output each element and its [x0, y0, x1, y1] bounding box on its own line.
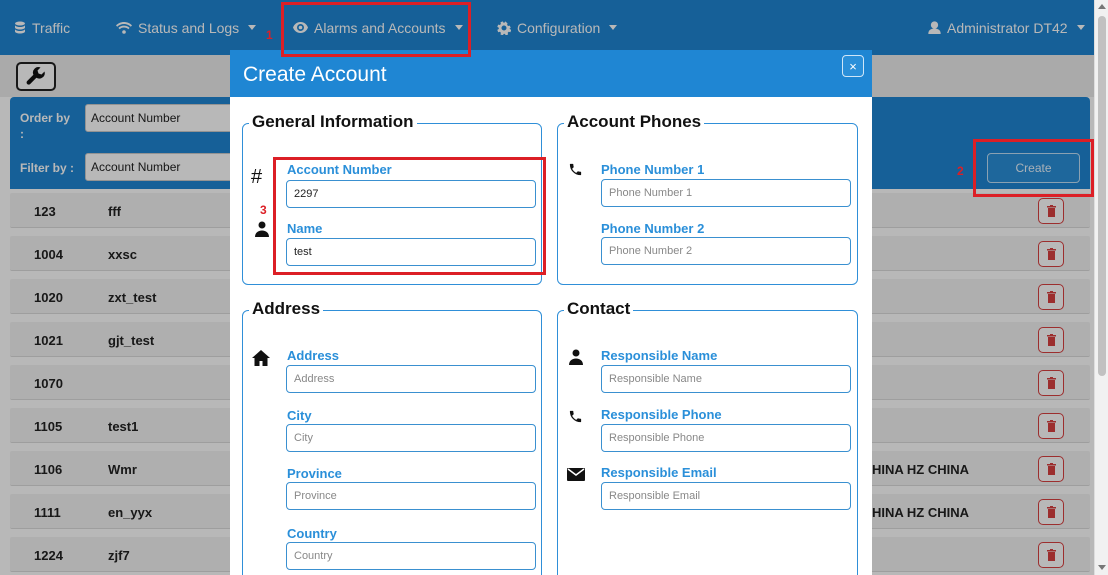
scroll-down-icon[interactable] — [1098, 565, 1106, 570]
province-input[interactable] — [286, 482, 536, 510]
responsible-phone-label: Responsible Phone — [601, 407, 722, 422]
person-icon — [255, 221, 269, 237]
annotation-box-account-fields — [273, 157, 546, 275]
close-button[interactable]: × — [842, 55, 864, 77]
person-icon — [569, 349, 583, 365]
annotation-number-1: 1 — [266, 28, 273, 42]
country-input[interactable] — [286, 542, 536, 570]
city-label: City — [287, 408, 312, 423]
phone-number-2-label: Phone Number 2 — [601, 221, 705, 236]
address-label: Address — [287, 348, 340, 363]
annotation-box-create — [973, 139, 1094, 197]
close-icon: × — [849, 58, 857, 74]
address-legend: Address — [249, 299, 324, 319]
city-input[interactable] — [286, 424, 536, 452]
annotation-number-2: 2 — [957, 164, 964, 178]
responsible-email-input[interactable] — [601, 482, 851, 510]
phone-number-2-input[interactable] — [601, 237, 851, 265]
account-phones-legend: Account Phones — [564, 112, 705, 132]
general-information-legend: General Information — [249, 112, 417, 132]
responsible-phone-input[interactable] — [601, 424, 851, 452]
hash-icon: # — [251, 166, 263, 188]
scroll-up-icon[interactable] — [1098, 4, 1106, 9]
phone-icon — [569, 410, 582, 423]
address-section: Address Address City Province Country — [242, 299, 542, 575]
modal-header: Create Account × — [230, 50, 872, 97]
province-label: Province — [287, 466, 342, 481]
scroll-thumb[interactable] — [1098, 16, 1106, 376]
phone-number-1-input[interactable] — [601, 179, 851, 207]
envelope-icon — [567, 468, 585, 481]
contact-legend: Contact — [564, 299, 634, 319]
annotation-box-alarms-accounts — [281, 2, 471, 57]
create-account-modal: Create Account × General Information # A… — [230, 50, 872, 575]
annotation-number-3: 3 — [260, 203, 267, 217]
modal-title: Create Account — [243, 63, 387, 86]
country-label: Country — [287, 526, 337, 541]
phone-number-1-label: Phone Number 1 — [601, 162, 705, 177]
page-scrollbar[interactable] — [1094, 0, 1108, 575]
responsible-name-input[interactable] — [601, 365, 851, 393]
contact-section: Contact Responsible Name Responsible Pho… — [557, 299, 858, 575]
responsible-email-label: Responsible Email — [601, 465, 717, 480]
responsible-name-label: Responsible Name — [601, 348, 718, 363]
phone-icon — [569, 163, 582, 176]
address-input[interactable] — [286, 365, 536, 393]
account-phones-section: Account Phones Phone Number 1 Phone Numb… — [557, 112, 858, 285]
home-icon — [252, 350, 270, 366]
